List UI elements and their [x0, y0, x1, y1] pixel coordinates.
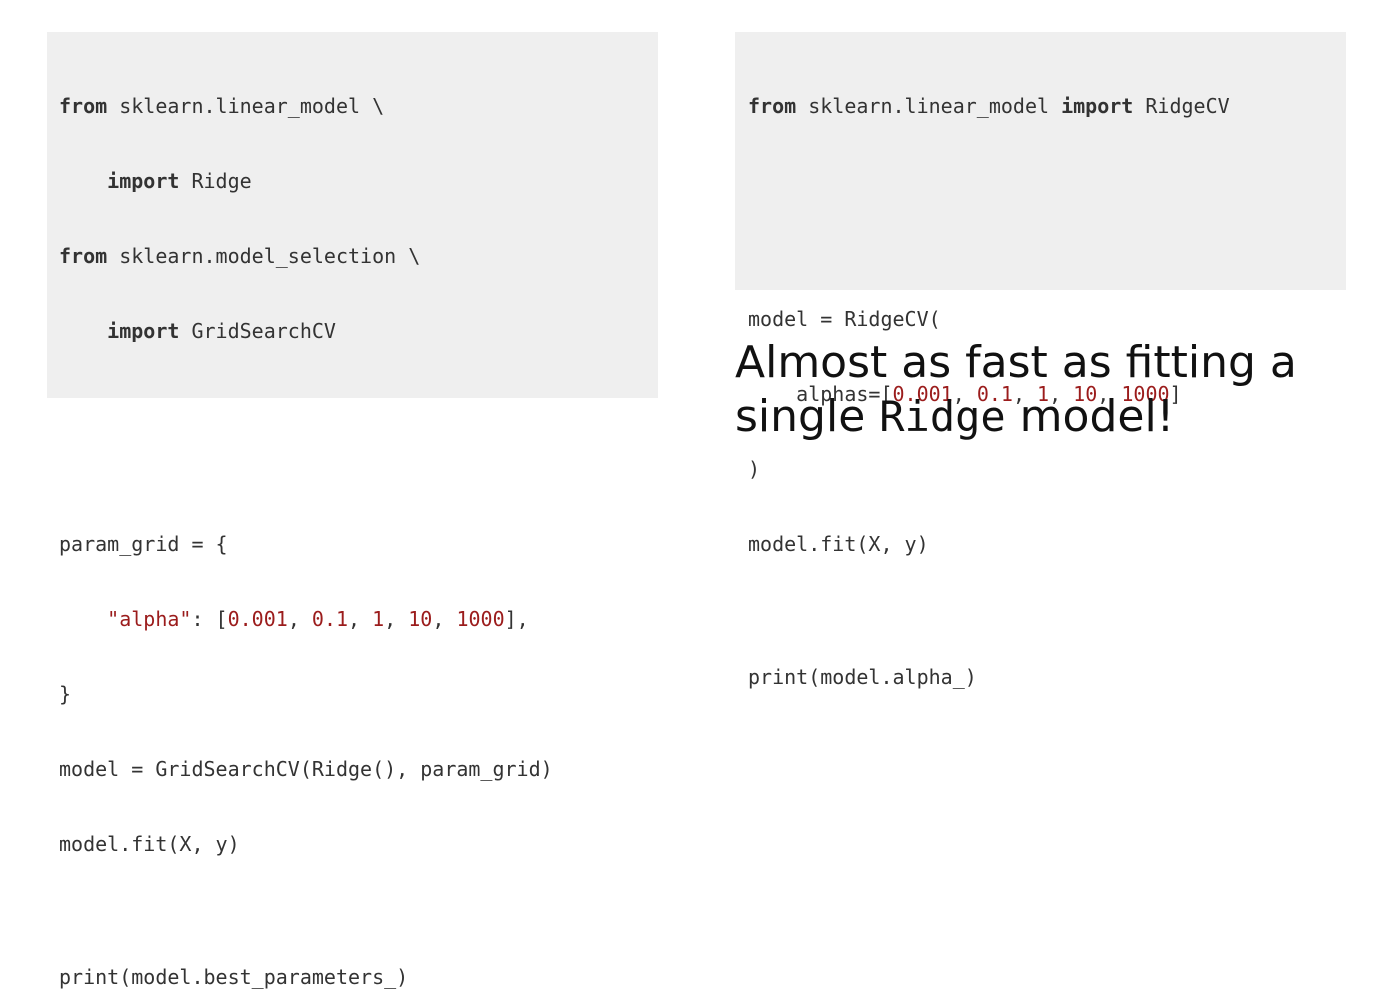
code-text: model = GridSearchCV(Ridge(), param_grid…	[59, 757, 553, 781]
number-literal: 1	[372, 607, 385, 631]
code-line: import Ridge	[59, 168, 658, 195]
code-line: )	[748, 456, 1346, 483]
code-line: param_grid = {	[59, 531, 658, 558]
caption-text: Almost as fast as fitting a single Ridge…	[735, 336, 1355, 444]
code-text: ],	[504, 607, 529, 631]
string-literal: "alpha"	[107, 607, 192, 631]
code-text: param_grid = {	[59, 532, 228, 556]
code-text: ,	[384, 607, 409, 631]
code-line: model.fit(X, y)	[59, 831, 658, 858]
number-literal: 0.1	[311, 607, 349, 631]
code-text: sklearn.linear_model	[796, 94, 1062, 118]
caption-post: model!	[1005, 391, 1175, 442]
code-line: model.fit(X, y)	[748, 531, 1346, 558]
keyword: import	[107, 319, 180, 343]
code-text: sklearn.linear_model \	[107, 94, 385, 118]
keyword: from	[59, 94, 108, 118]
code-line: print(model.best_parameters_)	[59, 964, 658, 991]
code-line: }	[59, 681, 658, 708]
code-text: print(model.best_parameters_)	[59, 965, 409, 989]
caption-code-ridge: Ridge	[879, 392, 1006, 441]
code-text: }	[59, 682, 72, 706]
keyword: from	[59, 244, 108, 268]
code-text: RidgeCV	[1133, 94, 1230, 118]
caption-line-1: Almost as fast as fitting a	[735, 337, 1297, 388]
code-text: Ridge	[179, 169, 252, 193]
code-line: from sklearn.model_selection \	[59, 243, 658, 270]
code-line: model = GridSearchCV(Ridge(), param_grid…	[59, 756, 658, 783]
code-text: )	[748, 457, 761, 481]
code-line: print(model.alpha_)	[748, 664, 1346, 691]
number-literal: 1000	[456, 607, 505, 631]
code-line: "alpha": [0.001, 0.1, 1, 10, 1000],	[59, 606, 658, 633]
code-text: GridSearchCV	[179, 319, 336, 343]
code-line: from sklearn.linear_model import RidgeCV	[748, 93, 1346, 120]
caption-pre: single	[735, 391, 880, 442]
keyword: import	[107, 169, 180, 193]
code-block-ridgecv: from sklearn.linear_model import RidgeCV…	[735, 32, 1346, 689]
caption-line-2: single Ridge model!	[735, 390, 1355, 444]
code-text: sklearn.model_selection \	[107, 244, 421, 268]
code-text: : [	[191, 607, 228, 631]
keyword: from	[748, 94, 797, 118]
code-line: model = RidgeCV(	[748, 306, 1346, 333]
code-block-gridsearch: from sklearn.linear_model \ import Ridge…	[47, 32, 658, 989]
code-text: ,	[432, 607, 457, 631]
code-line: from sklearn.linear_model \	[59, 93, 658, 120]
code-text: model.fit(X, y)	[59, 832, 240, 856]
code-text: print(model.alpha_)	[748, 665, 977, 689]
keyword: import	[1061, 94, 1134, 118]
code-line: import GridSearchCV	[59, 318, 658, 345]
number-literal: 0.001	[227, 607, 288, 631]
code-text: ,	[348, 607, 373, 631]
code-text: model = RidgeCV(	[748, 307, 941, 331]
number-literal: 10	[408, 607, 433, 631]
code-text: model.fit(X, y)	[748, 532, 929, 556]
code-text: ,	[287, 607, 312, 631]
